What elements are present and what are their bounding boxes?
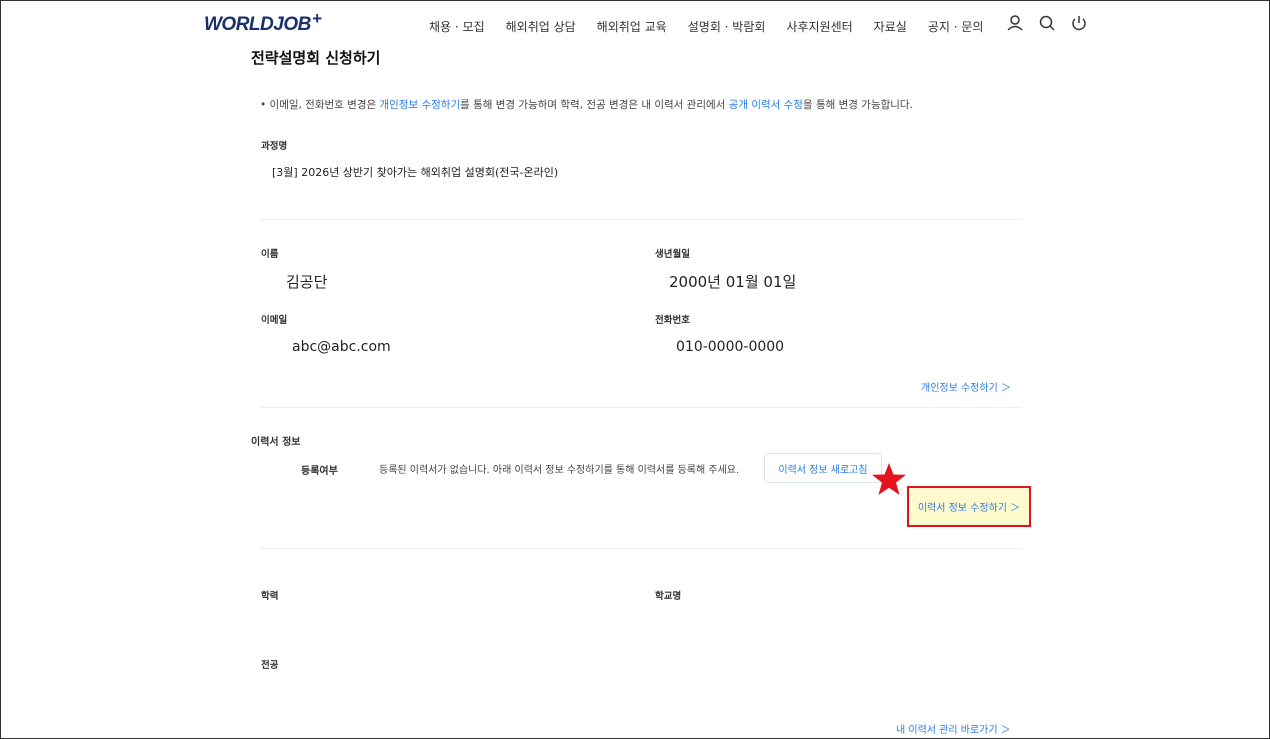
name-label: 이름 <box>261 249 279 260</box>
resume-section-label: 이력서 정보 <box>251 437 301 448</box>
personal-info-edit-link[interactable]: 개인정보 수정하기 ＞ <box>921 379 1011 394</box>
school-label: 학교명 <box>655 591 682 602</box>
email-label: 이메일 <box>261 315 288 326</box>
nav-support-center[interactable]: 사후지원센터 <box>786 18 852 35</box>
page-frame: WORLDJOB+ 채용 · 모집 해외취업 상담 해외취업 교육 설명회 · … <box>0 0 1270 739</box>
nav-overseas-consulting[interactable]: 해외취업 상담 <box>506 18 576 35</box>
user-icon[interactable] <box>1005 13 1025 33</box>
divider <box>260 219 1022 220</box>
nav-briefing-fair[interactable]: 설명회 · 박람회 <box>688 18 766 35</box>
nav-recruitment[interactable]: 채용 · 모집 <box>429 18 485 35</box>
main-nav: 채용 · 모집 해외취업 상담 해외취업 교육 설명회 · 박람회 사후지원센터… <box>429 18 1004 35</box>
search-icon[interactable] <box>1037 13 1057 33</box>
resume-manage-link[interactable]: 내 이력서 관리 바로가기 ＞ <box>896 721 1011 736</box>
divider <box>260 548 1022 549</box>
worldjob-logo[interactable]: WORLDJOB+ <box>204 9 322 36</box>
resume-edit-button[interactable]: 이력서 정보 수정하기 ＞ <box>907 486 1031 527</box>
divider <box>260 407 1022 408</box>
major-label: 전공 <box>261 660 279 671</box>
phone-label: 전화번호 <box>655 315 690 326</box>
resume-refresh-button[interactable]: 이력서 정보 새로고침 <box>764 453 882 483</box>
public-resume-edit-inline-link[interactable]: 공개 이력서 수정 <box>729 99 803 111</box>
course-value: [3월] 2026년 상반기 찾아가는 해외취업 설명회(전국-온라인) <box>272 166 559 179</box>
birth-value: 2000년 01월 01일 <box>669 273 797 291</box>
resume-status-text: 등록된 이력서가 없습니다. 아래 이력서 정보 수정하기를 통해 이력서를 등… <box>379 465 740 476</box>
name-value: 김공단 <box>286 273 328 291</box>
resume-status-label: 등록여부 <box>301 466 338 477</box>
page-title: 전략설명회 신청하기 <box>251 49 381 67</box>
star-marker-icon <box>872 463 906 495</box>
nav-overseas-education[interactable]: 해외취업 교육 <box>597 18 667 35</box>
email-value: abc@abc.com <box>292 339 391 355</box>
notice-text: • 이메일, 전화번호 변경은 개인정보 수정하기를 통해 변경 가능하며 학력… <box>260 99 913 111</box>
degree-label: 학력 <box>261 591 279 602</box>
header-icons <box>1005 13 1089 33</box>
nav-resources[interactable]: 자료실 <box>874 18 907 35</box>
birth-label: 생년월일 <box>655 249 690 260</box>
course-label: 과정명 <box>261 141 288 152</box>
personal-info-edit-inline-link[interactable]: 개인정보 수정하기 <box>379 99 460 111</box>
phone-value: 010-0000-0000 <box>676 339 785 355</box>
power-icon[interactable] <box>1069 13 1089 33</box>
nav-notice-inquiry[interactable]: 공지 · 문의 <box>928 18 984 35</box>
